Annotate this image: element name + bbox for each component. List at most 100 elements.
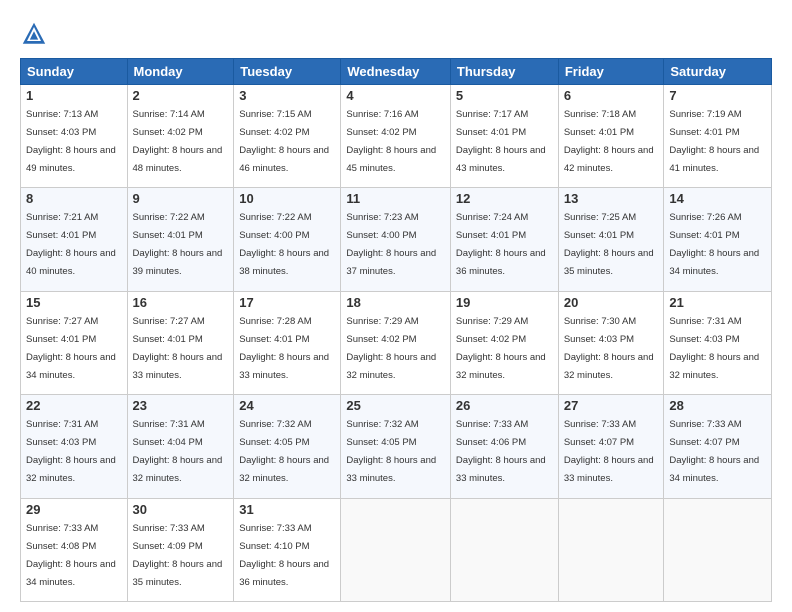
weekday-saturday: Saturday <box>664 59 772 85</box>
day-info: Sunrise: 7:33 AMSunset: 4:09 PMDaylight:… <box>133 523 223 588</box>
calendar-cell: 27 Sunrise: 7:33 AMSunset: 4:07 PMDayligh… <box>558 395 664 498</box>
day-number: 31 <box>239 502 335 517</box>
calendar-cell <box>558 498 664 601</box>
day-number: 10 <box>239 191 335 206</box>
day-number: 24 <box>239 398 335 413</box>
calendar-cell: 7Sunrise: 7:19 AMSunset: 4:01 PMDaylight… <box>664 85 772 188</box>
day-info: Sunrise: 7:33 AMSunset: 4:07 PMDaylight:… <box>564 419 654 484</box>
logo <box>20 20 52 48</box>
day-number: 4 <box>346 88 445 103</box>
calendar-cell: 26 Sunrise: 7:33 AMSunset: 4:06 PMDayligh… <box>450 395 558 498</box>
day-info: Sunrise: 7:33 AMSunset: 4:08 PMDaylight:… <box>26 523 116 588</box>
calendar-week-5: 29Sunrise: 7:33 AMSunset: 4:08 PMDayligh… <box>21 498 772 601</box>
day-info: Sunrise: 7:13 AMSunset: 4:03 PMDaylight:… <box>26 109 116 174</box>
day-info: Sunrise: 7:33 AMSunset: 4:07 PMDaylight:… <box>669 419 759 484</box>
calendar-cell <box>341 498 451 601</box>
calendar-cell: 31 Sunrise: 7:33 AMSunset: 4:10 PMDayligh… <box>234 498 341 601</box>
header <box>20 16 772 48</box>
calendar-cell: 9Sunrise: 7:22 AMSunset: 4:01 PMDaylight… <box>127 188 234 291</box>
day-info: Sunrise: 7:27 AMSunset: 4:01 PMDaylight:… <box>133 316 223 381</box>
calendar-cell: 20 Sunrise: 7:30 AMSunset: 4:03 PMDayligh… <box>558 291 664 394</box>
calendar-cell: 30 Sunrise: 7:33 AMSunset: 4:09 PMDayligh… <box>127 498 234 601</box>
calendar-cell: 10 Sunrise: 7:22 AMSunset: 4:00 PMDayligh… <box>234 188 341 291</box>
day-number: 17 <box>239 295 335 310</box>
day-info: Sunrise: 7:26 AMSunset: 4:01 PMDaylight:… <box>669 212 759 277</box>
calendar-cell: 13 Sunrise: 7:25 AMSunset: 4:01 PMDayligh… <box>558 188 664 291</box>
day-number: 3 <box>239 88 335 103</box>
day-info: Sunrise: 7:22 AMSunset: 4:01 PMDaylight:… <box>133 212 223 277</box>
day-number: 12 <box>456 191 553 206</box>
day-info: Sunrise: 7:33 AMSunset: 4:06 PMDaylight:… <box>456 419 546 484</box>
day-number: 14 <box>669 191 766 206</box>
day-info: Sunrise: 7:32 AMSunset: 4:05 PMDaylight:… <box>239 419 329 484</box>
day-number: 11 <box>346 191 445 206</box>
day-number: 15 <box>26 295 122 310</box>
calendar-cell: 11 Sunrise: 7:23 AMSunset: 4:00 PMDayligh… <box>341 188 451 291</box>
calendar-cell: 19 Sunrise: 7:29 AMSunset: 4:02 PMDayligh… <box>450 291 558 394</box>
weekday-monday: Monday <box>127 59 234 85</box>
day-info: Sunrise: 7:29 AMSunset: 4:02 PMDaylight:… <box>456 316 546 381</box>
calendar-cell: 12 Sunrise: 7:24 AMSunset: 4:01 PMDayligh… <box>450 188 558 291</box>
day-info: Sunrise: 7:21 AMSunset: 4:01 PMDaylight:… <box>26 212 116 277</box>
weekday-wednesday: Wednesday <box>341 59 451 85</box>
day-info: Sunrise: 7:14 AMSunset: 4:02 PMDaylight:… <box>133 109 223 174</box>
day-number: 13 <box>564 191 659 206</box>
day-info: Sunrise: 7:32 AMSunset: 4:05 PMDaylight:… <box>346 419 436 484</box>
day-info: Sunrise: 7:19 AMSunset: 4:01 PMDaylight:… <box>669 109 759 174</box>
day-number: 26 <box>456 398 553 413</box>
calendar-week-4: 22Sunrise: 7:31 AMSunset: 4:03 PMDayligh… <box>21 395 772 498</box>
day-info: Sunrise: 7:30 AMSunset: 4:03 PMDaylight:… <box>564 316 654 381</box>
day-number: 8 <box>26 191 122 206</box>
calendar-cell: 29Sunrise: 7:33 AMSunset: 4:08 PMDayligh… <box>21 498 128 601</box>
calendar-cell: 1Sunrise: 7:13 AMSunset: 4:03 PMDaylight… <box>21 85 128 188</box>
calendar-week-1: 1Sunrise: 7:13 AMSunset: 4:03 PMDaylight… <box>21 85 772 188</box>
calendar-week-3: 15 Sunrise: 7:27 AMSunset: 4:01 PMDayligh… <box>21 291 772 394</box>
weekday-header-row: SundayMondayTuesdayWednesdayThursdayFrid… <box>21 59 772 85</box>
calendar-cell <box>664 498 772 601</box>
day-number: 6 <box>564 88 659 103</box>
day-number: 25 <box>346 398 445 413</box>
calendar-cell: 6 Sunrise: 7:18 AMSunset: 4:01 PMDaylight… <box>558 85 664 188</box>
day-number: 28 <box>669 398 766 413</box>
calendar-week-2: 8 Sunrise: 7:21 AMSunset: 4:01 PMDaylight… <box>21 188 772 291</box>
day-info: Sunrise: 7:29 AMSunset: 4:02 PMDaylight:… <box>346 316 436 381</box>
day-number: 5 <box>456 88 553 103</box>
calendar-cell: 23Sunrise: 7:31 AMSunset: 4:04 PMDayligh… <box>127 395 234 498</box>
day-info: Sunrise: 7:31 AMSunset: 4:03 PMDaylight:… <box>669 316 759 381</box>
day-number: 30 <box>133 502 229 517</box>
day-number: 18 <box>346 295 445 310</box>
weekday-sunday: Sunday <box>21 59 128 85</box>
day-number: 27 <box>564 398 659 413</box>
calendar-table: SundayMondayTuesdayWednesdayThursdayFrid… <box>20 58 772 602</box>
calendar-cell: 21 Sunrise: 7:31 AMSunset: 4:03 PMDayligh… <box>664 291 772 394</box>
calendar-cell: 5 Sunrise: 7:17 AMSunset: 4:01 PMDaylight… <box>450 85 558 188</box>
calendar-cell: 3 Sunrise: 7:15 AMSunset: 4:02 PMDaylight… <box>234 85 341 188</box>
day-info: Sunrise: 7:25 AMSunset: 4:01 PMDaylight:… <box>564 212 654 277</box>
day-info: Sunrise: 7:22 AMSunset: 4:00 PMDaylight:… <box>239 212 329 277</box>
calendar-cell: 18 Sunrise: 7:29 AMSunset: 4:02 PMDayligh… <box>341 291 451 394</box>
day-info: Sunrise: 7:15 AMSunset: 4:02 PMDaylight:… <box>239 109 329 174</box>
day-info: Sunrise: 7:18 AMSunset: 4:01 PMDaylight:… <box>564 109 654 174</box>
day-info: Sunrise: 7:33 AMSunset: 4:10 PMDaylight:… <box>239 523 329 588</box>
weekday-thursday: Thursday <box>450 59 558 85</box>
logo-icon <box>20 20 48 48</box>
day-number: 16 <box>133 295 229 310</box>
calendar-cell: 28 Sunrise: 7:33 AMSunset: 4:07 PMDayligh… <box>664 395 772 498</box>
day-info: Sunrise: 7:16 AMSunset: 4:02 PMDaylight:… <box>346 109 436 174</box>
weekday-tuesday: Tuesday <box>234 59 341 85</box>
calendar-cell: 14 Sunrise: 7:26 AMSunset: 4:01 PMDayligh… <box>664 188 772 291</box>
day-number: 22 <box>26 398 122 413</box>
day-info: Sunrise: 7:28 AMSunset: 4:01 PMDaylight:… <box>239 316 329 381</box>
day-number: 2 <box>133 88 229 103</box>
day-info: Sunrise: 7:31 AMSunset: 4:04 PMDaylight:… <box>133 419 223 484</box>
day-number: 20 <box>564 295 659 310</box>
day-info: Sunrise: 7:24 AMSunset: 4:01 PMDaylight:… <box>456 212 546 277</box>
calendar-cell: 25 Sunrise: 7:32 AMSunset: 4:05 PMDayligh… <box>341 395 451 498</box>
day-info: Sunrise: 7:23 AMSunset: 4:00 PMDaylight:… <box>346 212 436 277</box>
calendar-cell: 4 Sunrise: 7:16 AMSunset: 4:02 PMDaylight… <box>341 85 451 188</box>
calendar-cell: 24 Sunrise: 7:32 AMSunset: 4:05 PMDayligh… <box>234 395 341 498</box>
day-number: 21 <box>669 295 766 310</box>
calendar-body: 1Sunrise: 7:13 AMSunset: 4:03 PMDaylight… <box>21 85 772 602</box>
day-info: Sunrise: 7:17 AMSunset: 4:01 PMDaylight:… <box>456 109 546 174</box>
day-number: 19 <box>456 295 553 310</box>
